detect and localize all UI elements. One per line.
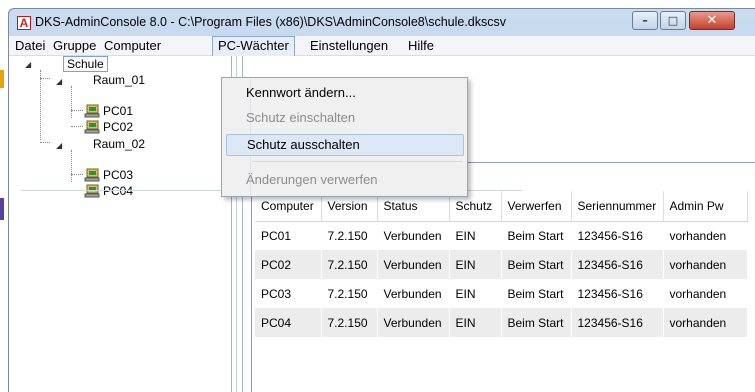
left-edge-marker-purple xyxy=(0,198,4,220)
cell-admin-pw: vorhanden xyxy=(663,250,748,279)
tree-connector xyxy=(71,126,83,127)
collapse-arrow-icon[interactable]: ◢ xyxy=(56,142,64,150)
cell-schutz: EIN xyxy=(449,221,502,250)
cell-version: 7.2.150 xyxy=(321,250,378,279)
menu-pc-waechter[interactable]: PC-Wächter xyxy=(212,36,295,56)
cell-schutz: EIN xyxy=(449,279,502,308)
cell-computer: PC04 xyxy=(255,308,322,337)
close-icon: ✕ xyxy=(706,13,718,28)
app-logo-icon: A xyxy=(17,16,31,30)
cell-computer: PC01 xyxy=(255,221,322,250)
cell-version: 7.2.150 xyxy=(321,221,378,250)
column-header-verwerfen[interactable]: Verwerfen xyxy=(501,191,572,222)
menu-datei[interactable]: Datei xyxy=(10,36,50,56)
tree-item-schule[interactable]: Schule xyxy=(63,56,108,72)
collapse-arrow-icon[interactable]: ◢ xyxy=(25,61,33,69)
close-button[interactable]: ✕ xyxy=(689,11,735,30)
window-title: DKS-AdminConsole 8.0 - C:\Program Files … xyxy=(35,15,507,29)
minimize-icon: – xyxy=(642,14,648,27)
menu-separator xyxy=(252,161,462,162)
tree-item-label: Schule xyxy=(63,56,108,72)
cell-status: Verbunden xyxy=(377,250,450,279)
cell-version: 7.2.150 xyxy=(321,308,378,337)
menu-item-kennwort-aendern[interactable]: Kennwort ändern... xyxy=(226,82,464,104)
cell-status: Verbunden xyxy=(377,279,450,308)
cell-status: Verbunden xyxy=(377,308,450,337)
cell-computer: PC03 xyxy=(255,279,322,308)
cell-version: 7.2.150 xyxy=(321,279,378,308)
minimize-button[interactable]: – xyxy=(632,11,658,30)
computer-icon xyxy=(84,184,100,198)
tree-connector xyxy=(40,70,41,140)
title-bar: A DKS-AdminConsole 8.0 - C:\Program File… xyxy=(9,9,755,36)
tree-item-raum-02[interactable]: Raum_02 xyxy=(93,136,145,152)
tree-item-raum-01[interactable]: Raum_01 xyxy=(93,72,145,88)
tree-item-pc04[interactable]: PC04 xyxy=(103,183,133,199)
tree-connector xyxy=(71,150,72,182)
app-window: A DKS-AdminConsole 8.0 - C:\Program File… xyxy=(8,8,755,392)
menu-bar: Datei Gruppe Computer PC-Wächter Einstel… xyxy=(9,36,755,56)
table-row[interactable]: PC01 7.2.150 Verbunden EIN Beim Start 12… xyxy=(255,221,748,250)
cell-verwerfen: Beim Start xyxy=(501,279,572,308)
maximize-icon: □ xyxy=(667,14,679,27)
computer-icon xyxy=(84,120,100,134)
cell-schutz: EIN xyxy=(449,250,502,279)
cell-verwerfen: Beim Start xyxy=(501,250,572,279)
column-header-admin-pw[interactable]: Admin Pw xyxy=(663,191,748,222)
maximize-button[interactable]: □ xyxy=(660,11,686,30)
menu-item-aenderungen-verwerfen[interactable]: Änderungen verwerfen xyxy=(226,169,464,191)
cell-admin-pw: vorhanden xyxy=(663,308,748,337)
tree-connector xyxy=(71,174,83,175)
menu-computer[interactable]: Computer xyxy=(99,36,166,56)
table-row[interactable]: PC04 7.2.150 Verbunden EIN Beim Start 12… xyxy=(255,308,748,337)
computer-icon xyxy=(84,168,100,182)
table-row[interactable]: PC03 7.2.150 Verbunden EIN Beim Start 12… xyxy=(255,279,748,308)
computer-table: Computer Version Status Schutz Verwerfen… xyxy=(255,191,748,337)
menu-item-schutz-ausschalten[interactable]: Schutz ausschalten xyxy=(226,134,464,156)
cell-seriennummer: 123456-S16 xyxy=(571,221,664,250)
cell-seriennummer: 123456-S16 xyxy=(571,250,664,279)
left-edge-marker-orange xyxy=(0,70,4,88)
cell-admin-pw: vorhanden xyxy=(663,221,748,250)
menu-gruppe[interactable]: Gruppe xyxy=(48,36,101,56)
cell-seriennummer: 123456-S16 xyxy=(571,308,664,337)
tree-connector xyxy=(40,142,50,143)
collapse-arrow-icon[interactable]: ◢ xyxy=(56,78,64,86)
pc-waechter-dropdown-menu: Kennwort ändern... Schutz einschalten Sc… xyxy=(221,77,468,197)
menu-einstellungen[interactable]: Einstellungen xyxy=(305,36,393,56)
menu-item-schutz-einschalten[interactable]: Schutz einschalten xyxy=(226,107,464,129)
cell-computer: PC02 xyxy=(255,250,322,279)
menu-hilfe[interactable]: Hilfe xyxy=(403,36,439,56)
tree-item-pc03[interactable]: PC03 xyxy=(103,167,133,183)
computer-icon xyxy=(84,104,100,118)
cell-verwerfen: Beim Start xyxy=(501,308,572,337)
tree-connector xyxy=(40,78,50,79)
tree-item-pc01[interactable]: PC01 xyxy=(103,103,133,119)
tree-connector xyxy=(71,110,83,111)
cell-schutz: EIN xyxy=(449,308,502,337)
cell-verwerfen: Beim Start xyxy=(501,221,572,250)
group-tree: ◢ Schule ◢ Raum_01 PC01 PC02 ◢ Raum_02 P… xyxy=(9,56,231,392)
tree-connector xyxy=(71,86,72,118)
cell-status: Verbunden xyxy=(377,221,450,250)
table-row[interactable]: PC02 7.2.150 Verbunden EIN Beim Start 12… xyxy=(255,250,748,279)
column-header-seriennummer[interactable]: Seriennummer xyxy=(571,191,664,222)
tree-item-pc02[interactable]: PC02 xyxy=(103,119,133,135)
cell-admin-pw: vorhanden xyxy=(663,279,748,308)
cell-seriennummer: 123456-S16 xyxy=(571,279,664,308)
